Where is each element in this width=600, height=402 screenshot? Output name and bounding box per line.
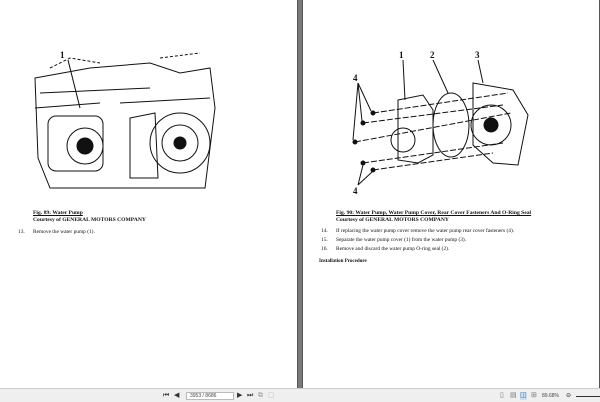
caption-title: Fig. 90: Water Pump, Water Pump Cover, R… <box>336 210 532 216</box>
step-number: 16. <box>321 246 328 252</box>
zoom-level[interactable]: 89.68% <box>542 393 559 399</box>
step-text: If replacing the water pump cover remove… <box>336 228 515 234</box>
callout-2: 2 <box>430 50 435 60</box>
callout-4-bottom: 4 <box>353 186 358 195</box>
caption-credit: Courtesy of GENERAL MOTORS COMPANY <box>336 217 449 223</box>
fit-icon[interactable]: ▢ <box>268 392 275 400</box>
step-number: 13. <box>18 229 25 235</box>
callout-3: 3 <box>475 50 480 60</box>
section-subheading: Installation Procedure <box>319 259 367 264</box>
figure-callout: 1 <box>60 50 65 60</box>
last-page-icon[interactable]: ⏭ <box>247 392 253 400</box>
page-number-input[interactable]: 3953 / 8686 <box>186 392 234 400</box>
single-page-icon[interactable]: ▯ <box>500 392 504 400</box>
callout-4-top: 4 <box>353 73 358 83</box>
step-text: Remove and discard the water pump O-ring… <box>336 246 450 252</box>
step-text: Remove the water pump (1). <box>33 229 95 235</box>
step-item: 15. Separate the water pump cover (1) fro… <box>321 237 466 244</box>
right-page: 1 2 3 4 4 Fig. 90: Water Pump, Water Pum… <box>302 0 600 388</box>
two-page-continuous-icon[interactable]: ⊞ <box>531 392 537 400</box>
step-item: 16. Remove and discard the water pump O-r… <box>321 246 449 253</box>
water-pump-exploded-figure: 1 2 3 4 4 <box>352 50 529 195</box>
caption-title: Fig. 89: Water Pump <box>33 210 83 216</box>
viewer-toolbar: ⏮ ◀ 3953 / 8686 ▶ ⏭ ⧉ ▢ ▯ ▤ ◫ ⊞ 89.68% ⊖ <box>0 388 600 402</box>
step-text: Separate the water pump cover (1) from t… <box>336 237 467 243</box>
callout-1: 1 <box>399 50 404 60</box>
water-pump-figure: 1 <box>34 50 216 189</box>
zoom-slider[interactable] <box>576 396 600 397</box>
previous-page-icon[interactable]: ◀ <box>174 392 179 400</box>
step-item: 14. If replacing the water pump cover rem… <box>321 228 514 235</box>
caption-credit: Courtesy of GENERAL MOTORS COMPANY <box>33 217 146 223</box>
zoom-out-icon[interactable]: ⊖ <box>566 392 571 400</box>
figure-caption: Fig. 90: Water Pump, Water Pump Cover, R… <box>336 210 531 224</box>
step-number: 15. <box>321 237 328 243</box>
left-page: 1 Fig. 89: Water Pump Courtesy of GENERA… <box>0 0 298 388</box>
next-page-icon[interactable]: ▶ <box>237 392 242 400</box>
step-item: 13. Remove the water pump (1). <box>18 229 95 236</box>
step-number: 14. <box>321 228 328 234</box>
copy-icon[interactable]: ⧉ <box>258 392 263 400</box>
two-page-icon[interactable]: ◫ <box>520 392 527 400</box>
continuous-page-icon[interactable]: ▤ <box>510 392 517 400</box>
figure-caption: Fig. 89: Water Pump Courtesy of GENERAL … <box>33 210 146 224</box>
first-page-icon[interactable]: ⏮ <box>163 392 169 400</box>
